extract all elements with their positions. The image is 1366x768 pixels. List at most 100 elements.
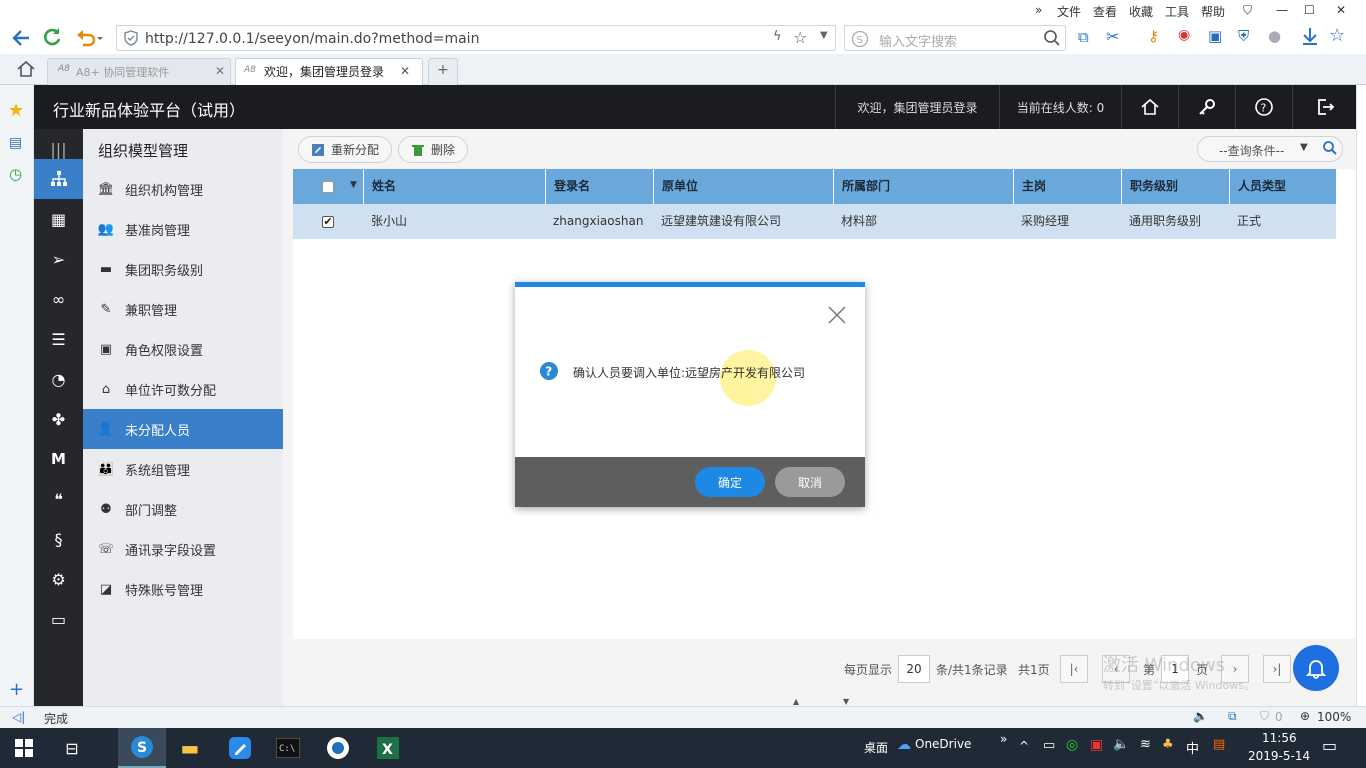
search-icon[interactable] (1043, 29, 1061, 47)
column-header-login[interactable]: 登录名 (545, 169, 653, 204)
column-header-primary-post[interactable]: 主岗 (1013, 169, 1121, 204)
home-icon[interactable] (16, 60, 36, 78)
undo-icon[interactable] (74, 26, 104, 48)
tab-close-icon[interactable]: ✕ (400, 64, 410, 78)
favorites-icon[interactable]: ★ (8, 100, 24, 121)
column-header-level[interactable]: 职务级别 (1121, 169, 1229, 204)
close-window-icon[interactable]: ✕ (1336, 3, 1346, 17)
key-icon[interactable]: ⚷ (1148, 27, 1159, 45)
taskbar-browser[interactable]: S (118, 728, 166, 768)
column-header-orig-unit[interactable]: 原单位 (653, 169, 833, 204)
back-arrow-icon[interactable] (10, 27, 32, 49)
history-icon[interactable]: ◷ (9, 165, 22, 183)
collapse-down-icon[interactable]: ▼ (843, 697, 849, 706)
menu-favorites[interactable]: 收藏 (1129, 3, 1153, 20)
logout-button[interactable] (1292, 85, 1356, 129)
more-tray-icon[interactable]: » (1000, 732, 1007, 746)
more-icon[interactable]: ● (1268, 27, 1281, 45)
file-explorer-icon[interactable]: ▬ (166, 728, 214, 768)
address-bar[interactable]: http://127.0.0.1/seeyon/main.do?method=m… (116, 25, 836, 51)
sidebar-item-parttime[interactable]: ✎ 兼职管理 (83, 289, 283, 329)
menu-help[interactable]: 帮助 (1201, 3, 1225, 20)
dashboard-icon[interactable]: ◔ (34, 359, 83, 399)
clock-date[interactable]: 2019-5-14 (1248, 749, 1310, 763)
terminal-icon[interactable]: C:\ (264, 728, 312, 768)
desktop-label[interactable]: 桌面 (864, 739, 888, 756)
column-header-department[interactable]: 所属部门 (833, 169, 1013, 204)
action-center-icon[interactable]: ▭ (1322, 736, 1337, 755)
sidebar-item-group-level[interactable]: ▬ 集团职务级别 (83, 249, 283, 289)
sidebar-item-unassigned[interactable]: 👤 未分配人员 (83, 409, 283, 449)
screenshot-icon[interactable]: ⧉ (1228, 709, 1237, 724)
send-icon[interactable]: ➢ (34, 239, 83, 279)
select-all-checkbox[interactable] (322, 181, 334, 193)
search-icon[interactable] (1322, 140, 1338, 156)
favorites-star-icon[interactable]: ☆ (1329, 25, 1345, 46)
security-icon[interactable]: ⛨ (1238, 27, 1249, 45)
ok-button[interactable]: 确定 (695, 467, 765, 497)
star-icon[interactable]: ☆ (793, 28, 807, 47)
pdf-icon[interactable]: ▣ (1090, 737, 1103, 753)
vertical-scrollbar[interactable] (1356, 85, 1366, 706)
sidebar-item-benchmark-post[interactable]: 👥 基准岗管理 (83, 209, 283, 249)
video-app-icon[interactable] (314, 728, 362, 768)
reassign-button[interactable]: 重新分配 (298, 136, 393, 163)
qq-icon[interactable]: ♣ (1162, 737, 1174, 752)
volume-icon[interactable]: 🔈 (1113, 737, 1129, 752)
cancel-button[interactable]: 取消 (775, 467, 845, 497)
query-condition-select[interactable]: --查询条件-- ▼ (1197, 136, 1343, 162)
chat-icon[interactable]: ❝ (34, 479, 83, 519)
speaker-icon[interactable]: 🔈 (1193, 709, 1208, 723)
notification-button[interactable] (1293, 645, 1339, 691)
skin-icon[interactable]: ⛉ (1243, 3, 1252, 18)
start-button[interactable] (0, 728, 48, 768)
minimize-icon[interactable]: — (1276, 3, 1288, 17)
sidebar-item-license[interactable]: ⌂ 单位许可数分配 (83, 369, 283, 409)
link-icon[interactable]: ∞ (34, 279, 83, 319)
blocked-icon[interactable]: ⛉ (1260, 709, 1269, 724)
sidebar-item-dept-adjust[interactable]: ⚉ 部门调整 (83, 489, 283, 529)
tab-close-icon[interactable]: ✕ (215, 64, 225, 78)
home-button[interactable] (1121, 85, 1178, 129)
task-view-icon[interactable]: ⊟ (48, 728, 96, 768)
column-header-type[interactable]: 人员类型 (1229, 169, 1336, 204)
scissors-icon[interactable]: ✂ (1106, 27, 1119, 46)
s-logo-icon[interactable]: § (34, 519, 83, 559)
help-button[interactable]: ? (1235, 85, 1292, 129)
close-icon[interactable] (828, 306, 846, 324)
sidebar-item-contacts-fields[interactable]: ☏ 通讯录字段设置 (83, 529, 283, 569)
sidebar-item-system-group[interactable]: 👪 系统组管理 (83, 449, 283, 489)
lightning-icon[interactable]: ϟ (773, 29, 782, 44)
weibo-icon[interactable]: ◉ (1178, 27, 1190, 43)
sidebar-item-roles[interactable]: ▣ 角色权限设置 (83, 329, 283, 369)
dropdown-icon[interactable]: ▼ (820, 30, 828, 41)
delete-button[interactable]: 删除 (398, 136, 469, 163)
add-icon[interactable]: + (9, 679, 24, 700)
excel-icon[interactable]: X (364, 728, 412, 768)
per-page-input[interactable]: 20 (898, 655, 930, 683)
zoom-level[interactable]: 100% (1317, 710, 1351, 724)
key-button[interactable] (1178, 85, 1235, 129)
menu-view[interactable]: 查看 (1093, 3, 1117, 20)
collapse-up-icon[interactable]: ▲ (793, 697, 799, 706)
new-tab-button[interactable]: + (428, 58, 458, 85)
monitor-icon[interactable]: ▭ (34, 599, 83, 639)
zoom-icon[interactable]: ⊕ (1300, 709, 1310, 723)
sidebar-toggle-icon[interactable]: ◁| (12, 710, 25, 724)
mail-icon[interactable]: M (34, 439, 83, 479)
org-structure-icon[interactable] (34, 159, 83, 199)
maximize-icon[interactable]: ☐ (1304, 3, 1315, 17)
menu-tools[interactable]: 工具 (1165, 3, 1189, 20)
settings-icon[interactable]: ⚙ (34, 559, 83, 599)
menu-file[interactable]: 文件 (1057, 3, 1081, 20)
wifi-icon[interactable]: ≋ (1140, 737, 1151, 752)
scan-icon[interactable]: ▣ (1208, 27, 1222, 45)
refresh-icon[interactable] (41, 26, 63, 48)
reader-icon[interactable]: ▤ (9, 135, 22, 151)
onedrive-label[interactable]: OneDrive (915, 737, 971, 751)
wechat-icon[interactable]: ◎ (1066, 737, 1078, 753)
printer-icon[interactable]: ▭ (1043, 738, 1055, 753)
clock-time[interactable]: 11:56 (1262, 731, 1297, 745)
database-icon[interactable]: ☰ (34, 319, 83, 359)
extension-icon[interactable]: ⧉ (1078, 28, 1089, 46)
